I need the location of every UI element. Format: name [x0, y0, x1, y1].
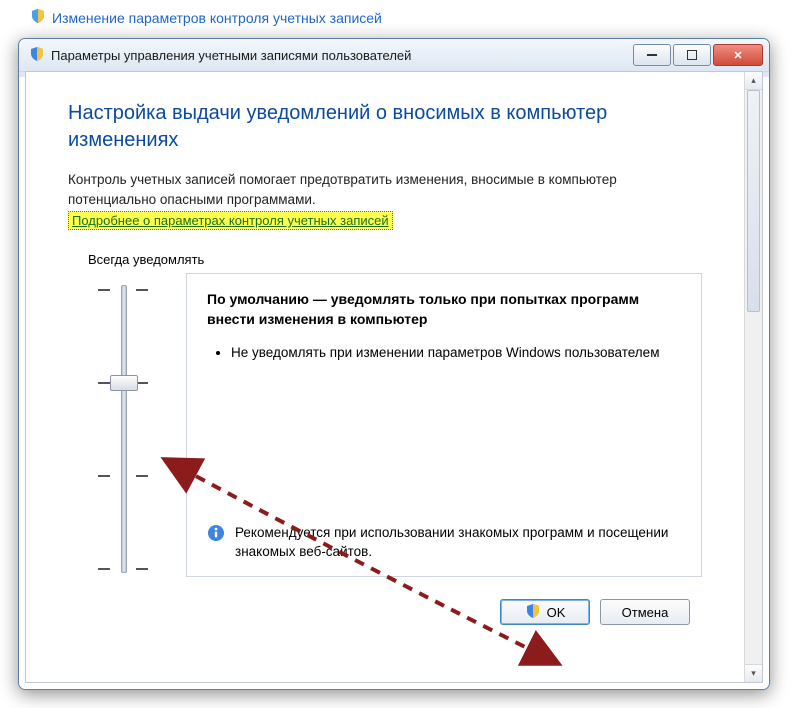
page-link-uac-settings[interactable]: Изменение параметров контроля учетных за… [52, 10, 382, 26]
scrollbar-down-arrow[interactable]: ▾ [745, 664, 762, 682]
cancel-button[interactable]: Отмена [600, 599, 690, 625]
minimize-button[interactable] [633, 44, 671, 66]
info-icon [207, 524, 225, 548]
level-description-panel: По умолчанию — уведомлять только при поп… [186, 273, 702, 577]
level-description-bullet: Не уведомлять при изменении параметров W… [231, 343, 681, 363]
learn-more-link[interactable]: Подробнее о параметрах контроля учетных … [68, 211, 393, 230]
close-button[interactable]: ✕ [713, 44, 763, 66]
scrollbar-thumb[interactable] [747, 90, 760, 312]
breadcrumb-row: Изменение параметров контроля учетных за… [0, 0, 800, 35]
window-buttons: ✕ [633, 44, 763, 66]
vertical-scrollbar[interactable]: ▴ ▾ [744, 72, 762, 682]
titlebar: Параметры управления учетными записями п… [19, 39, 769, 72]
ok-button[interactable]: OK [500, 599, 590, 625]
recommendation-row: Рекомендуется при использовании знакомых… [207, 524, 681, 562]
cancel-button-label: Отмена [622, 605, 669, 620]
level-description-title: По умолчанию — уведомлять только при поп… [207, 290, 681, 329]
client-area: Настройка выдачи уведомлений о вносимых … [25, 71, 763, 683]
slider-top-label: Всегда уведомлять [88, 252, 702, 267]
content: Настройка выдачи уведомлений о вносимых … [26, 72, 762, 682]
scrollbar-up-arrow[interactable]: ▴ [745, 72, 762, 90]
slider-area: Всегда уведомлять По умолчанию — уведомл… [88, 252, 702, 579]
shield-icon [30, 8, 46, 27]
notification-level-slider[interactable] [88, 279, 158, 579]
main-heading: Настройка выдачи уведомлений о вносимых … [68, 100, 702, 154]
ok-button-label: OK [547, 605, 566, 620]
shield-icon [525, 603, 541, 622]
uac-settings-window: Параметры управления учетными записями п… [18, 38, 770, 690]
maximize-button[interactable] [673, 44, 711, 66]
shield-icon [29, 46, 45, 65]
recommendation-text: Рекомендуется при использовании знакомых… [235, 524, 681, 562]
window-title: Параметры управления учетными записями п… [51, 48, 633, 63]
slider-track [121, 285, 127, 573]
intro-text: Контроль учетных записей помогает предот… [68, 170, 702, 209]
dialog-button-row: OK Отмена [68, 599, 702, 625]
slider-handle[interactable] [110, 375, 138, 391]
